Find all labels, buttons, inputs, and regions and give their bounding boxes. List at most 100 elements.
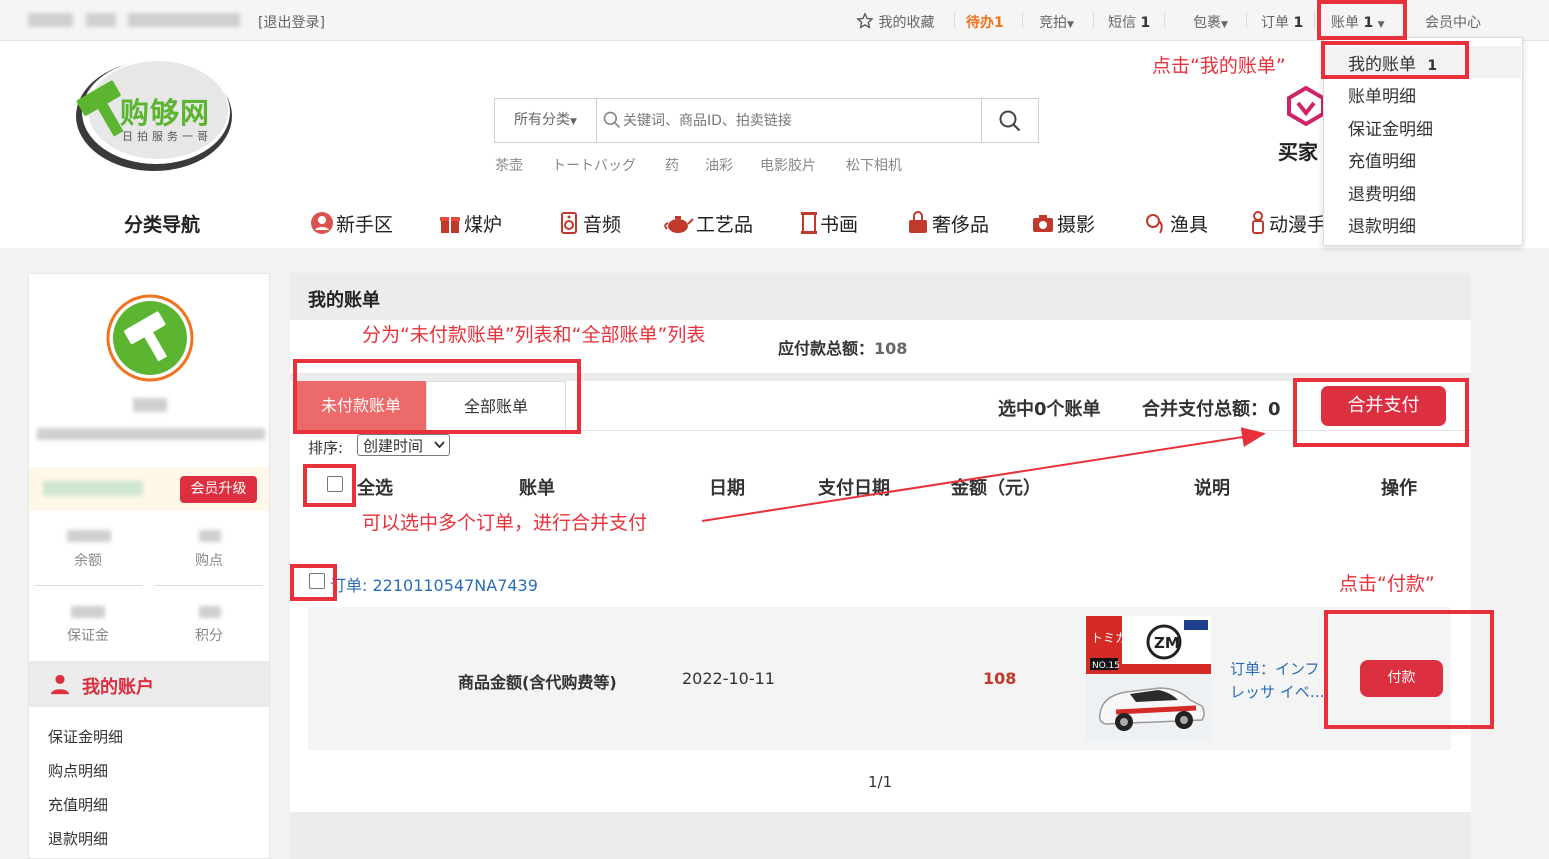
category-nav-title: 分类导航	[124, 214, 201, 236]
buy-points-label[interactable]: 购点	[195, 550, 223, 570]
member-level-bar: 会员升级	[29, 467, 269, 511]
category-select[interactable]: 所有分类▼	[495, 99, 597, 142]
divider	[954, 12, 955, 28]
dropdown-item-recharge-details[interactable]: 充值明细	[1348, 147, 1416, 172]
divider	[1246, 12, 1247, 28]
total-due-label: 应付款总额：	[778, 339, 875, 358]
selected-count: 选中0个账单	[998, 399, 1101, 420]
username-blurred	[28, 13, 73, 27]
account-sidebar: 会员升级 余额 购点 保证金 积分 我的账户 保证金明细 购点明细 充值明细 退…	[28, 273, 270, 859]
hot-term[interactable]: 茶壶	[495, 155, 523, 175]
nav-item-label: 工艺品	[696, 214, 754, 236]
merge-total: 合并支付总额：0	[1142, 399, 1281, 420]
favorites-label: 我的收藏	[878, 15, 935, 31]
search-bar: 所有分类▼	[494, 98, 1039, 143]
member-center-link[interactable]: 会员中心	[1425, 12, 1481, 32]
username-blurred	[86, 13, 116, 27]
buyer-icon	[1287, 86, 1325, 126]
favorites-link[interactable]: 我的收藏	[856, 12, 934, 32]
balance-label[interactable]: 余额	[74, 550, 102, 570]
pagination: 1/1	[868, 773, 893, 791]
sidebar-link-refund[interactable]: 退款明细	[48, 828, 108, 849]
todo-link[interactable]: 待办1	[966, 12, 1004, 32]
nav-item-luxury[interactable]: 奢侈品	[906, 210, 989, 237]
divider	[1314, 12, 1315, 28]
column-amount: 金额（元）	[951, 478, 1041, 499]
logout-link[interactable]: [退出登录]	[258, 12, 325, 32]
orders-label: 订单	[1261, 15, 1289, 31]
nav-item-mercari[interactable]: 煤炉	[438, 210, 502, 237]
hot-term[interactable]: トートバッグ	[552, 155, 636, 175]
scroll-icon	[800, 211, 818, 235]
sms-link[interactable]: 短信 1	[1108, 12, 1150, 32]
gift-box-icon	[438, 211, 462, 235]
bills-panel-header: 我的账单	[290, 273, 1471, 320]
bill-row: 商品金额(含代购费等) 2022-10-11 108 トミカ NO.15 ZM …	[308, 607, 1451, 750]
hot-term[interactable]: 松下相机	[846, 155, 902, 175]
highlight-box-pay	[1324, 610, 1494, 729]
email-blurred	[37, 428, 265, 440]
site-logo[interactable]: 购够网 日拍服务一哥	[72, 54, 232, 172]
nav-item-crafts[interactable]: 工艺品	[662, 210, 753, 237]
nav-item-audio[interactable]: 音频	[557, 210, 621, 237]
caret-down-icon: ▼	[1221, 20, 1228, 30]
user-icon	[50, 674, 70, 695]
nav-item-calligraphy[interactable]: 书画	[800, 210, 858, 237]
logo-slogan: 日拍服务一哥	[122, 130, 212, 143]
nav-item-label: 摄影	[1057, 214, 1096, 236]
sidebar-link-deposit[interactable]: 保证金明细	[48, 726, 123, 747]
package-label: 包裹	[1193, 15, 1221, 31]
sidebar-link-recharge[interactable]: 充值明细	[48, 794, 108, 815]
nav-item-label: 动漫手	[1269, 214, 1327, 236]
caret-down-icon: ▼	[570, 117, 577, 127]
dropdown-item-fee-refund-details[interactable]: 退费明细	[1348, 180, 1416, 205]
deposit-label[interactable]: 保证金	[67, 625, 109, 645]
bidding-label: 竞拍	[1039, 15, 1067, 31]
nav-item-anime[interactable]: 动漫手	[1249, 210, 1326, 237]
avatar[interactable]	[106, 294, 194, 382]
sidebar-link-points[interactable]: 购点明细	[48, 760, 108, 781]
sms-label: 短信	[1108, 15, 1136, 31]
star-icon	[856, 12, 874, 29]
upgrade-button[interactable]: 会员升级	[180, 476, 257, 503]
divider	[35, 585, 143, 586]
bill-description-line1[interactable]: 订单：インフ	[1230, 658, 1320, 679]
search-input[interactable]	[623, 99, 973, 142]
hot-term[interactable]: 药	[665, 155, 679, 175]
nav-item-label: 书画	[820, 214, 859, 236]
package-menu[interactable]: 包裹▼	[1193, 12, 1228, 32]
bill-amount: 108	[983, 669, 1017, 688]
search-button[interactable]	[981, 99, 1038, 142]
highlight-box-my-bills	[1321, 41, 1469, 79]
caret-down-icon: ▼	[1067, 20, 1074, 30]
hot-term[interactable]: 油彩	[705, 155, 733, 175]
panel-footer	[290, 812, 1471, 859]
search-icon	[999, 110, 1021, 132]
order-number-link[interactable]: 订单: 2210110547NA7439	[330, 572, 538, 596]
score-label[interactable]: 积分	[195, 625, 223, 645]
dropdown-item-deposit-details[interactable]: 保证金明细	[1348, 115, 1433, 140]
my-account-header[interactable]: 我的账户	[29, 661, 269, 707]
bill-description-line2[interactable]: レッサ イベ…	[1230, 681, 1325, 702]
column-select-all[interactable]: 全选	[357, 474, 393, 500]
orders-link[interactable]: 订单 1	[1261, 12, 1303, 32]
dropdown-item-refund-details[interactable]: 退款明细	[1348, 212, 1416, 237]
highlight-box-order-checkbox	[290, 564, 337, 601]
column-date: 日期	[709, 478, 745, 499]
product-image[interactable]: トミカ NO.15 ZM	[1086, 616, 1211, 741]
nav-item-label: 音频	[583, 214, 622, 236]
handbag-icon	[906, 211, 930, 235]
nav-item-fishing[interactable]: 渔具	[1144, 210, 1208, 237]
column-bill: 账单	[519, 478, 555, 499]
dropdown-item-bill-details[interactable]: 账单明细	[1348, 82, 1416, 107]
bill-item: 商品金额(含代购费等)	[458, 673, 617, 692]
sort-select[interactable]: 创建时间	[357, 434, 450, 456]
highlight-box-merge-pay	[1293, 378, 1469, 447]
nav-item-newbie[interactable]: 新手区	[310, 210, 393, 237]
nav-item-photography[interactable]: 摄影	[1031, 210, 1095, 237]
camera-icon	[1031, 211, 1055, 235]
chevron-down-icon	[434, 441, 445, 449]
total-due-value: 108	[874, 339, 908, 358]
hot-term[interactable]: 电影胶片	[760, 155, 816, 175]
bidding-menu[interactable]: 竞拍▼	[1039, 12, 1074, 32]
